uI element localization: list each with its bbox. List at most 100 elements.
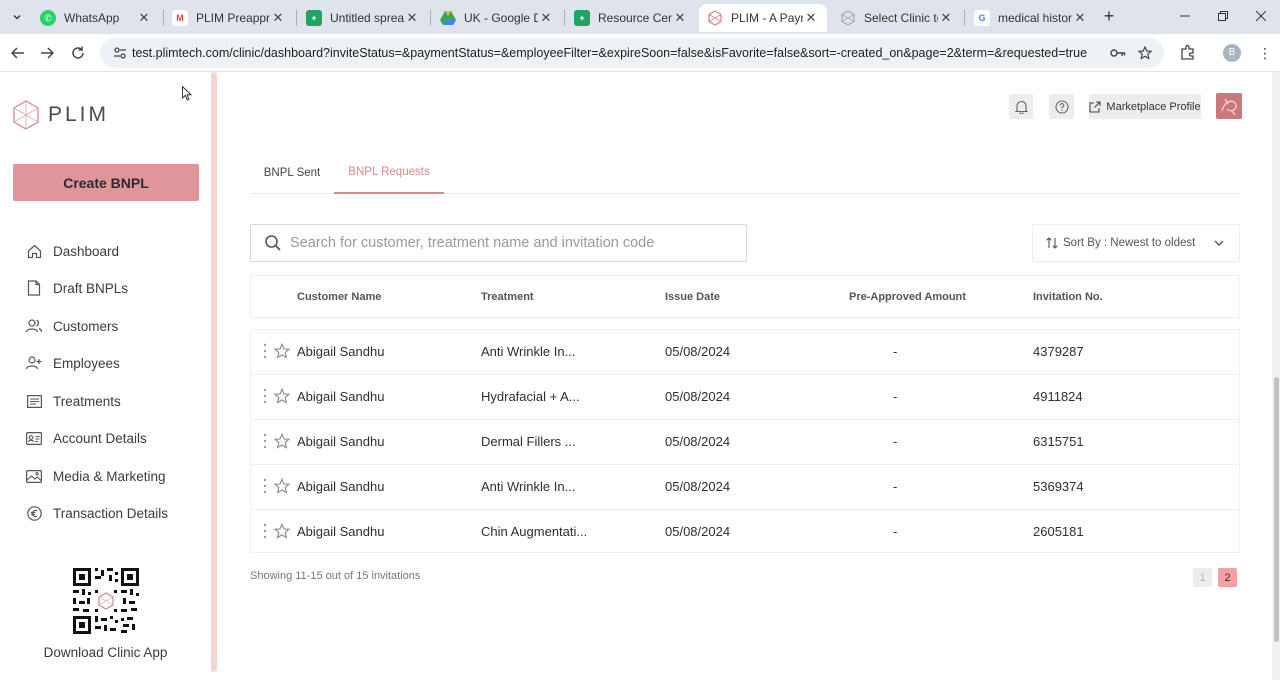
close-icon[interactable]: ✕ bbox=[1072, 10, 1088, 26]
cell-treatment: Hydrafacial + A... bbox=[481, 389, 580, 404]
main-content: Marketplace Profile BNPL Sent BNPL Reque… bbox=[217, 72, 1271, 680]
page-scrollbar[interactable] bbox=[1272, 72, 1280, 680]
sidebar-item-transaction-details[interactable]: Transaction Details bbox=[26, 502, 168, 524]
new-tab-plus-icon[interactable]: + bbox=[1098, 6, 1120, 28]
sidebar-item-label: Dashboard bbox=[53, 243, 120, 259]
bookmark-star-icon[interactable] bbox=[1135, 44, 1155, 62]
sidebar-item-account-details[interactable]: Account Details bbox=[26, 427, 147, 449]
browser-tab-resource-centre[interactable]: + Resource Centre ✕ bbox=[566, 4, 696, 32]
cell-issue-date: 05/08/2024 bbox=[665, 344, 731, 359]
search-box bbox=[250, 224, 747, 262]
table-row[interactable]: Abigail Sandhu Anti Wrinkle In... 05/08/… bbox=[251, 330, 1239, 375]
cell-treatment: Chin Augmentati... bbox=[481, 524, 588, 539]
plim-logo[interactable]: PLIM bbox=[12, 100, 109, 130]
qr-code-image[interactable] bbox=[73, 568, 139, 634]
page-scrollbar-thumb[interactable] bbox=[1274, 377, 1279, 642]
browser-tab-whatsapp[interactable]: ✆ WhatsApp ✕ bbox=[32, 4, 160, 32]
close-icon[interactable]: ✕ bbox=[538, 10, 554, 26]
browser-tab-plim-active[interactable]: PLIM - A Payment ✕ bbox=[699, 4, 827, 32]
favorite-star-icon[interactable] bbox=[274, 433, 290, 449]
browser-tab-spreadsheet[interactable]: + Untitled spreadsheet ✕ bbox=[298, 4, 428, 32]
sidebar-item-customers[interactable]: Customers bbox=[26, 315, 118, 337]
cell-invitation-no: 5369374 bbox=[1033, 479, 1084, 494]
url-bar[interactable]: test.plimtech.com/clinic/dashboard?invit… bbox=[100, 38, 1164, 68]
sidebar-item-label: Treatments bbox=[53, 393, 121, 409]
browser-menu-icon[interactable]: ⋮ bbox=[1258, 43, 1272, 63]
create-bnpl-button[interactable]: Create BNPL bbox=[13, 164, 199, 201]
list-icon bbox=[26, 393, 42, 409]
favorite-star-icon[interactable] bbox=[274, 523, 290, 539]
drag-handle-icon[interactable] bbox=[263, 433, 267, 449]
browser-profile-avatar[interactable]: B bbox=[1223, 44, 1241, 62]
window-close-icon[interactable] bbox=[1238, 0, 1280, 32]
user-avatar[interactable] bbox=[1216, 93, 1242, 119]
drag-handle-icon[interactable] bbox=[263, 343, 267, 359]
marketplace-profile-label: Marketplace Profile bbox=[1106, 100, 1201, 113]
help-question-icon[interactable] bbox=[1049, 94, 1074, 119]
cell-invitation-no: 4379287 bbox=[1033, 344, 1084, 359]
reload-icon[interactable] bbox=[66, 41, 90, 65]
close-icon[interactable]: ✕ bbox=[136, 10, 152, 26]
url-text[interactable]: test.plimtech.com/clinic/dashboard?invit… bbox=[132, 46, 1092, 60]
tab-title: Select Clinic to c bbox=[864, 11, 938, 25]
tab-title: Untitled spreadsheet bbox=[330, 11, 404, 25]
tab-search-chevron-icon[interactable] bbox=[6, 7, 28, 27]
tab-bnpl-requests[interactable]: BNPL Requests bbox=[334, 152, 444, 194]
cell-invitation-no: 6315751 bbox=[1033, 434, 1084, 449]
extensions-puzzle-icon[interactable] bbox=[1178, 43, 1198, 61]
column-header-issue-date: Issue Date bbox=[665, 291, 721, 303]
favorite-star-icon[interactable] bbox=[274, 343, 290, 359]
browser-tab-drive[interactable]: UK - Google Drive ✕ bbox=[432, 4, 562, 32]
sidebar-item-media-marketing[interactable]: Media & Marketing bbox=[26, 465, 166, 487]
sort-dropdown[interactable]: Sort By : Newest to oldest bbox=[1032, 224, 1240, 262]
tab-title: Resource Centre bbox=[598, 11, 672, 25]
forward-arrow-icon[interactable] bbox=[35, 41, 59, 65]
close-icon[interactable]: ✕ bbox=[672, 10, 688, 26]
table-row[interactable]: Abigail Sandhu Hydrafacial + A... 05/08/… bbox=[251, 375, 1239, 420]
table-row[interactable]: Abigail Sandhu Chin Augmentati... 05/08/… bbox=[251, 510, 1239, 555]
tab-bnpl-sent[interactable]: BNPL Sent bbox=[250, 152, 334, 194]
sidebar-item-label: Draft BNPLs bbox=[53, 280, 129, 296]
favorite-star-icon[interactable] bbox=[274, 478, 290, 494]
marketplace-profile-button[interactable]: Marketplace Profile bbox=[1089, 94, 1201, 119]
browser-tab-gmail[interactable]: M PLIM Preapproval ✕ bbox=[164, 4, 294, 32]
sidebar-item-employees[interactable]: Employees bbox=[26, 352, 120, 374]
table-row[interactable]: Abigail Sandhu Anti Wrinkle In... 05/08/… bbox=[251, 465, 1239, 510]
close-icon[interactable]: ✕ bbox=[938, 10, 954, 26]
external-link-icon bbox=[1089, 100, 1101, 113]
gmail-icon: M bbox=[172, 10, 188, 26]
sidebar-item-treatments[interactable]: Treatments bbox=[26, 390, 121, 412]
table-row[interactable]: Abigail Sandhu Dermal Fillers ... 05/08/… bbox=[251, 420, 1239, 465]
plim-logo-icon bbox=[13, 100, 39, 130]
page-1-button[interactable]: 1 bbox=[1193, 568, 1212, 587]
search-input[interactable] bbox=[290, 235, 730, 251]
drag-handle-icon[interactable] bbox=[263, 478, 267, 494]
close-icon[interactable]: ✕ bbox=[404, 10, 420, 26]
sidebar-item-label: Employees bbox=[53, 355, 120, 371]
back-arrow-icon[interactable] bbox=[6, 41, 30, 65]
password-key-icon[interactable] bbox=[1108, 44, 1128, 62]
sidebar-item-dashboard[interactable]: Dashboard bbox=[26, 240, 119, 262]
sidebar-item-label: Account Details bbox=[53, 430, 147, 446]
google-icon: G bbox=[974, 10, 990, 26]
site-settings-icon[interactable] bbox=[108, 46, 132, 60]
cell-pre-approved-amount: - bbox=[893, 479, 898, 494]
cell-pre-approved-amount: - bbox=[893, 524, 898, 539]
id-card-icon bbox=[26, 430, 42, 446]
browser-tab-select-clinic[interactable]: Select Clinic to c ✕ bbox=[832, 4, 962, 32]
close-icon[interactable]: ✕ bbox=[803, 10, 819, 26]
tab-title: PLIM Preapproval bbox=[196, 11, 270, 25]
favorite-star-icon[interactable] bbox=[274, 388, 290, 404]
cell-treatment: Dermal Fillers ... bbox=[481, 434, 576, 449]
cell-customer-name: Abigail Sandhu bbox=[297, 389, 385, 404]
download-clinic-app-link[interactable]: Download Clinic App bbox=[0, 645, 211, 660]
browser-tab-google-search[interactable]: G medical history c ✕ bbox=[966, 4, 1096, 32]
drag-handle-icon[interactable] bbox=[263, 388, 267, 404]
drag-handle-icon[interactable] bbox=[263, 523, 267, 539]
page-2-button[interactable]: 2 bbox=[1218, 568, 1237, 587]
sidebar-item-draft-bnpls[interactable]: Draft BNPLs bbox=[26, 277, 128, 299]
cell-customer-name: Abigail Sandhu bbox=[297, 479, 385, 494]
sort-arrows-icon bbox=[1046, 237, 1058, 249]
notifications-bell-icon[interactable] bbox=[1009, 94, 1033, 119]
close-icon[interactable]: ✕ bbox=[270, 10, 286, 26]
